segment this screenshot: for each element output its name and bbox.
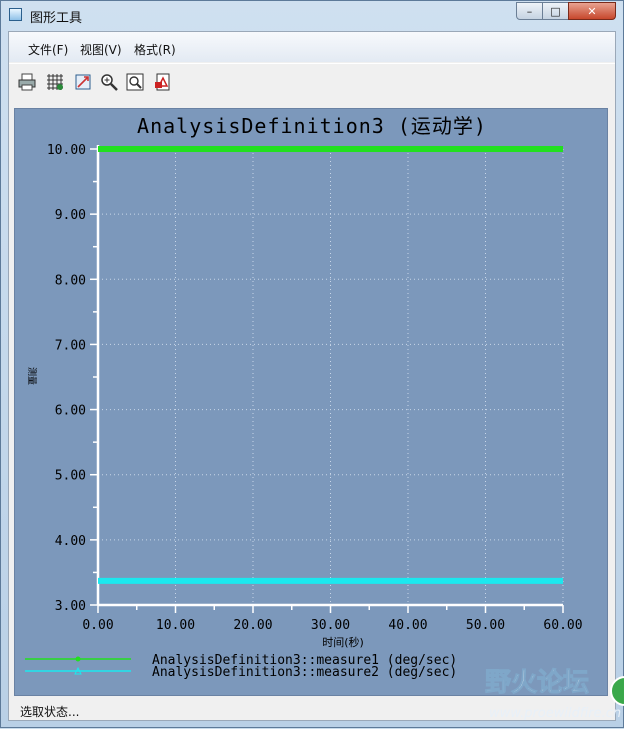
x-axis-label: 时间(秒) [322, 635, 364, 649]
menu-file[interactable]: 文件(F) [28, 41, 68, 58]
grid-lines [98, 148, 564, 605]
y-tick-label: 6.00 [55, 404, 86, 419]
x-tick-label: 30.00 [311, 618, 350, 633]
y-tick-label: 10.00 [47, 143, 86, 158]
minimize-button[interactable]: – [516, 2, 543, 20]
y-tick-label: 8.00 [55, 273, 86, 288]
watermark-url: www.proewildfire.cn [489, 706, 621, 721]
title-bar: 图形工具 – □ ✕ [1, 1, 623, 29]
x-tick-label: 0.00 [82, 618, 113, 633]
tick-labels: 0.00 10.00 20.00 30.00 40.00 50.00 60.00 3.00 4.… [47, 143, 583, 633]
y-tick-label: 4.00 [55, 534, 86, 549]
y-tick-label: 3.00 [55, 599, 86, 614]
watermark-title: 野火论坛 [485, 668, 589, 698]
menu-view[interactable]: 视图(V) [80, 41, 122, 58]
y-axis-label: 测量 [26, 367, 37, 385]
pdf-icon[interactable] [153, 72, 173, 92]
toolbar [9, 63, 615, 100]
x-tick-label: 20.00 [233, 618, 272, 633]
watermark-badge-icon [610, 676, 624, 706]
chart-title: AnalysisDefinition3 (运动学) [137, 114, 487, 138]
zoom-fit-icon[interactable] [125, 72, 145, 92]
zoom-in-icon[interactable] [99, 72, 119, 92]
y-tick-label: 7.00 [55, 338, 86, 353]
print-icon[interactable] [17, 72, 37, 92]
x-tick-label: 10.00 [156, 618, 195, 633]
axes [90, 145, 564, 613]
window-title: 图形工具 [30, 11, 83, 26]
status-text: 选取状态... [20, 705, 80, 719]
legend: AnalysisDefinition3::measure1 (deg/sec)A… [25, 653, 457, 680]
x-tick-label: 60.00 [543, 618, 582, 633]
client-area: 文件(F) 视图(V) 格式(R) 0.00 10.00 20.00 30.00… [8, 31, 616, 721]
menu-format[interactable]: 格式(R) [134, 41, 176, 58]
chart: 0.00 10.00 20.00 30.00 40.00 50.00 60.00 3.00 4.… [25, 114, 583, 680]
plot-area[interactable]: 0.00 10.00 20.00 30.00 40.00 50.00 60.00 3.00 4.… [14, 108, 608, 696]
maximize-button[interactable]: □ [542, 2, 569, 20]
export-icon[interactable] [73, 72, 93, 92]
x-tick-label: 50.00 [466, 618, 505, 633]
app-icon [9, 8, 22, 21]
y-tick-label: 5.00 [55, 469, 86, 484]
watermark-logo: 野火论坛 www.proewildfire.cn [485, 668, 624, 721]
y-tick-label: 9.00 [55, 208, 86, 223]
menu-bar: 文件(F) 视图(V) 格式(R) [9, 32, 615, 62]
x-tick-label: 40.00 [388, 618, 427, 633]
legend-label-2: AnalysisDefinition3::measure2 (deg/sec) [152, 665, 457, 680]
legend-marker-1 [75, 656, 81, 662]
grid-icon[interactable] [45, 72, 65, 92]
close-button[interactable]: ✕ [568, 2, 616, 20]
graph-tool-window: 图形工具 – □ ✕ 文件(F) 视图(V) 格式(R) 0.00 10.00 … [0, 0, 624, 728]
